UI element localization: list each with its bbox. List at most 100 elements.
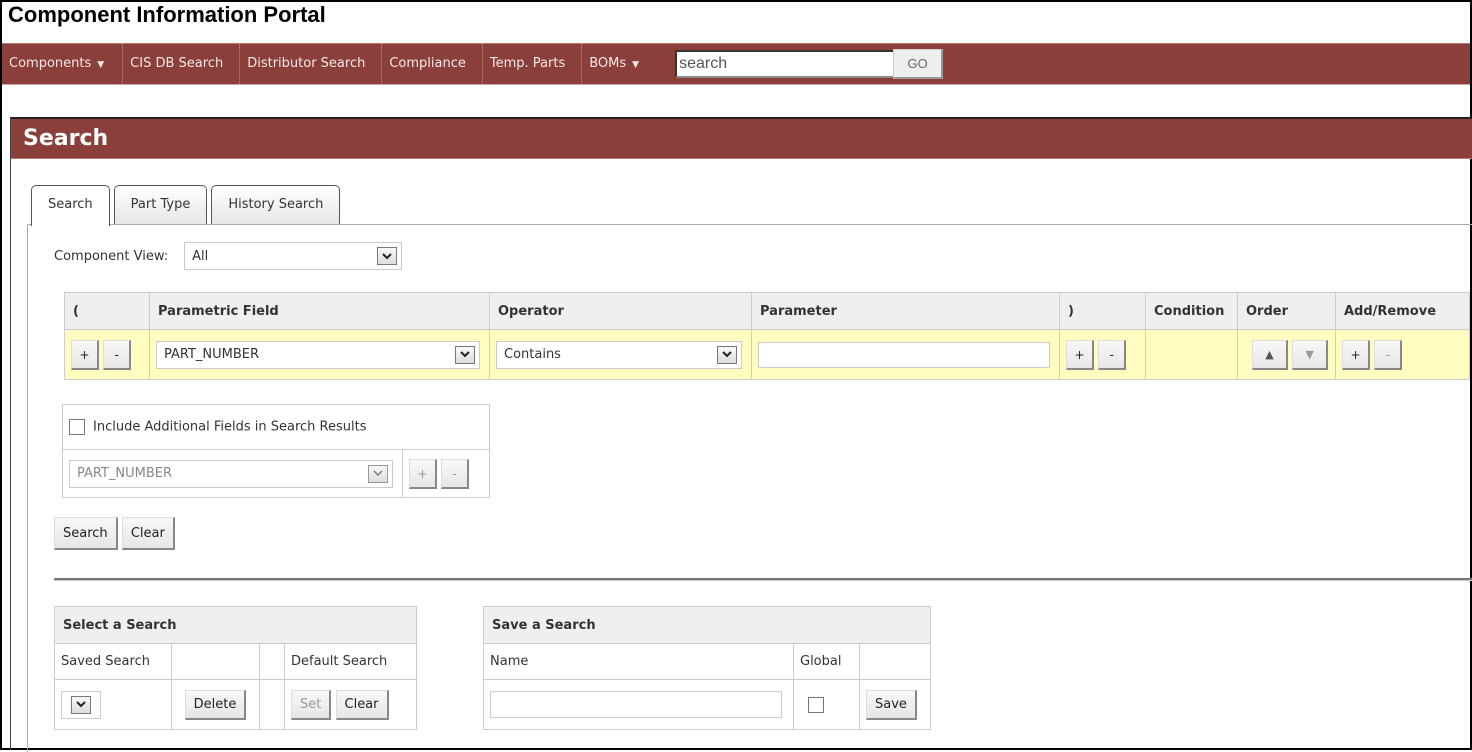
save-search-button[interactable]: Save: [866, 689, 917, 720]
criteria-header-row: ( Parametric Field Operator Parameter ) …: [64, 292, 1470, 330]
search-name-input[interactable]: [490, 691, 782, 718]
global-col: Global: [793, 643, 860, 680]
delete-col: [171, 643, 260, 680]
open-paren-remove-button[interactable]: -: [103, 339, 132, 370]
search-button[interactable]: Search: [54, 517, 118, 550]
col-add-remove: Add/Remove: [1335, 292, 1470, 330]
chevron-down-icon: [71, 695, 91, 714]
criteria-table: ( Parametric Field Operator Parameter ) …: [64, 292, 1470, 380]
nav-search: GO: [675, 49, 944, 79]
clear-default-search-button[interactable]: Clear: [335, 689, 389, 720]
select-search-header-row: Saved Search Default Search: [54, 643, 417, 680]
search-actions: Search Clear: [54, 517, 175, 550]
panel-title: Search: [11, 119, 1472, 159]
nav-cis-db-search[interactable]: CIS DB Search: [123, 44, 241, 84]
save-col: [859, 643, 931, 680]
operator-value: Contains: [504, 347, 561, 362]
parametric-field-value: PART_NUMBER: [164, 347, 260, 362]
move-up-button[interactable]: ▲: [1252, 339, 1288, 370]
delete-saved-search-button[interactable]: Delete: [184, 689, 247, 720]
saved-search-select[interactable]: [61, 690, 101, 719]
nav-search-input[interactable]: [675, 50, 894, 78]
close-paren-remove-button[interactable]: -: [1098, 339, 1127, 370]
col-close-paren: ): [1059, 292, 1146, 330]
save-search-row: Save: [483, 679, 931, 730]
delete-cell: Delete: [171, 679, 260, 730]
col-operator: Operator: [489, 292, 752, 330]
additional-fields-row: PART_NUMBER + -: [62, 449, 490, 498]
chevron-down-icon: [455, 345, 475, 364]
nav-search-go-button[interactable]: GO: [893, 49, 944, 79]
saved-search-col: Saved Search: [54, 643, 172, 680]
spacer-cell: [259, 679, 285, 730]
add-remove-cell: + -: [1335, 329, 1470, 380]
condition-cell: [1145, 329, 1238, 380]
save-search-table: Save a Search Name Global Save: [483, 606, 931, 730]
open-paren-add-button[interactable]: +: [71, 339, 99, 370]
default-search-col: Default Search: [284, 643, 417, 680]
include-additional-fields-checkbox[interactable]: [69, 419, 85, 435]
select-search-title-row: Select a Search: [54, 606, 417, 644]
chevron-down-icon: [368, 464, 388, 483]
additional-field-cell: PART_NUMBER: [62, 449, 403, 498]
parametric-field-cell: PART_NUMBER: [149, 329, 490, 380]
tab-content: Component View: All ( Parametric Field O…: [27, 224, 1472, 752]
app-title: Component Information Portal: [8, 2, 326, 27]
nav-boms[interactable]: BOMs ▼: [582, 44, 655, 84]
name-cell: [483, 679, 794, 730]
col-order: Order: [1237, 292, 1336, 330]
col-condition: Condition: [1145, 292, 1238, 330]
nav-distributor-search[interactable]: Distributor Search: [240, 44, 383, 84]
additional-fields-header-row: Include Additional Fields in Search Resu…: [62, 404, 490, 450]
saved-search-cell: [54, 679, 172, 730]
additional-field-select[interactable]: PART_NUMBER: [69, 459, 393, 488]
remove-row-button[interactable]: -: [1374, 339, 1403, 370]
additional-field-buttons-cell: + -: [402, 449, 490, 498]
col-parameter: Parameter: [751, 292, 1060, 330]
add-row-button[interactable]: +: [1342, 339, 1370, 370]
search-tabs: Search Part Type History Search: [31, 185, 344, 226]
operator-select[interactable]: Contains: [496, 340, 742, 369]
close-paren-add-button[interactable]: +: [1066, 339, 1094, 370]
additional-field-value: PART_NUMBER: [77, 466, 173, 481]
component-view-value: All: [192, 248, 209, 264]
clear-button[interactable]: Clear: [121, 517, 175, 550]
save-search-title-row: Save a Search: [483, 606, 931, 644]
additional-field-remove-button[interactable]: -: [441, 458, 470, 489]
global-cell: [793, 679, 860, 730]
caret-down-icon: ▼: [97, 60, 105, 70]
set-default-search-button[interactable]: Set: [291, 689, 332, 720]
col-open-paren: (: [64, 292, 150, 330]
parametric-field-select[interactable]: PART_NUMBER: [156, 340, 480, 369]
tab-part-type[interactable]: Part Type: [113, 185, 208, 225]
global-checkbox[interactable]: [808, 696, 824, 713]
name-col: Name: [483, 643, 794, 680]
additional-fields-table: Include Additional Fields in Search Resu…: [62, 404, 490, 498]
parameter-input[interactable]: [758, 341, 1050, 368]
criteria-row: + - PART_NUMBER Contains + - ▲ ▼ + -: [64, 329, 1470, 380]
main-navbar: Components ▼ CIS DB Search Distributor Se…: [2, 43, 1470, 85]
nav-compliance[interactable]: Compliance: [382, 44, 483, 84]
select-search-row: Delete Set Clear: [54, 679, 417, 730]
additional-fields-checkbox-cell: Include Additional Fields in Search Resu…: [62, 404, 490, 450]
operator-cell: Contains: [489, 329, 752, 380]
select-search-table: Select a Search Saved Search Default Sea…: [54, 606, 417, 730]
spacer-col: [259, 643, 285, 680]
tab-history-search[interactable]: History Search: [211, 185, 341, 225]
save-cell: Save: [859, 679, 931, 730]
nav-components-label: Components: [9, 56, 92, 71]
nav-boms-label: BOMs: [589, 56, 627, 71]
close-paren-cell: + -: [1059, 329, 1146, 380]
chevron-down-icon: [377, 247, 398, 265]
nav-components[interactable]: Components ▼: [2, 44, 124, 84]
move-down-button[interactable]: ▼: [1292, 339, 1329, 370]
search-panel: Search Search Part Type History Search C…: [10, 117, 1472, 752]
component-view-select[interactable]: All: [184, 242, 403, 270]
col-parametric-field: Parametric Field: [149, 292, 490, 330]
additional-field-add-button[interactable]: +: [409, 458, 437, 489]
chevron-down-icon: [717, 345, 737, 364]
caret-down-icon: ▼: [632, 60, 640, 70]
include-additional-fields-label: Include Additional Fields in Search Resu…: [93, 419, 367, 435]
tab-search[interactable]: Search: [31, 185, 110, 226]
nav-temp-parts[interactable]: Temp. Parts: [483, 44, 583, 84]
